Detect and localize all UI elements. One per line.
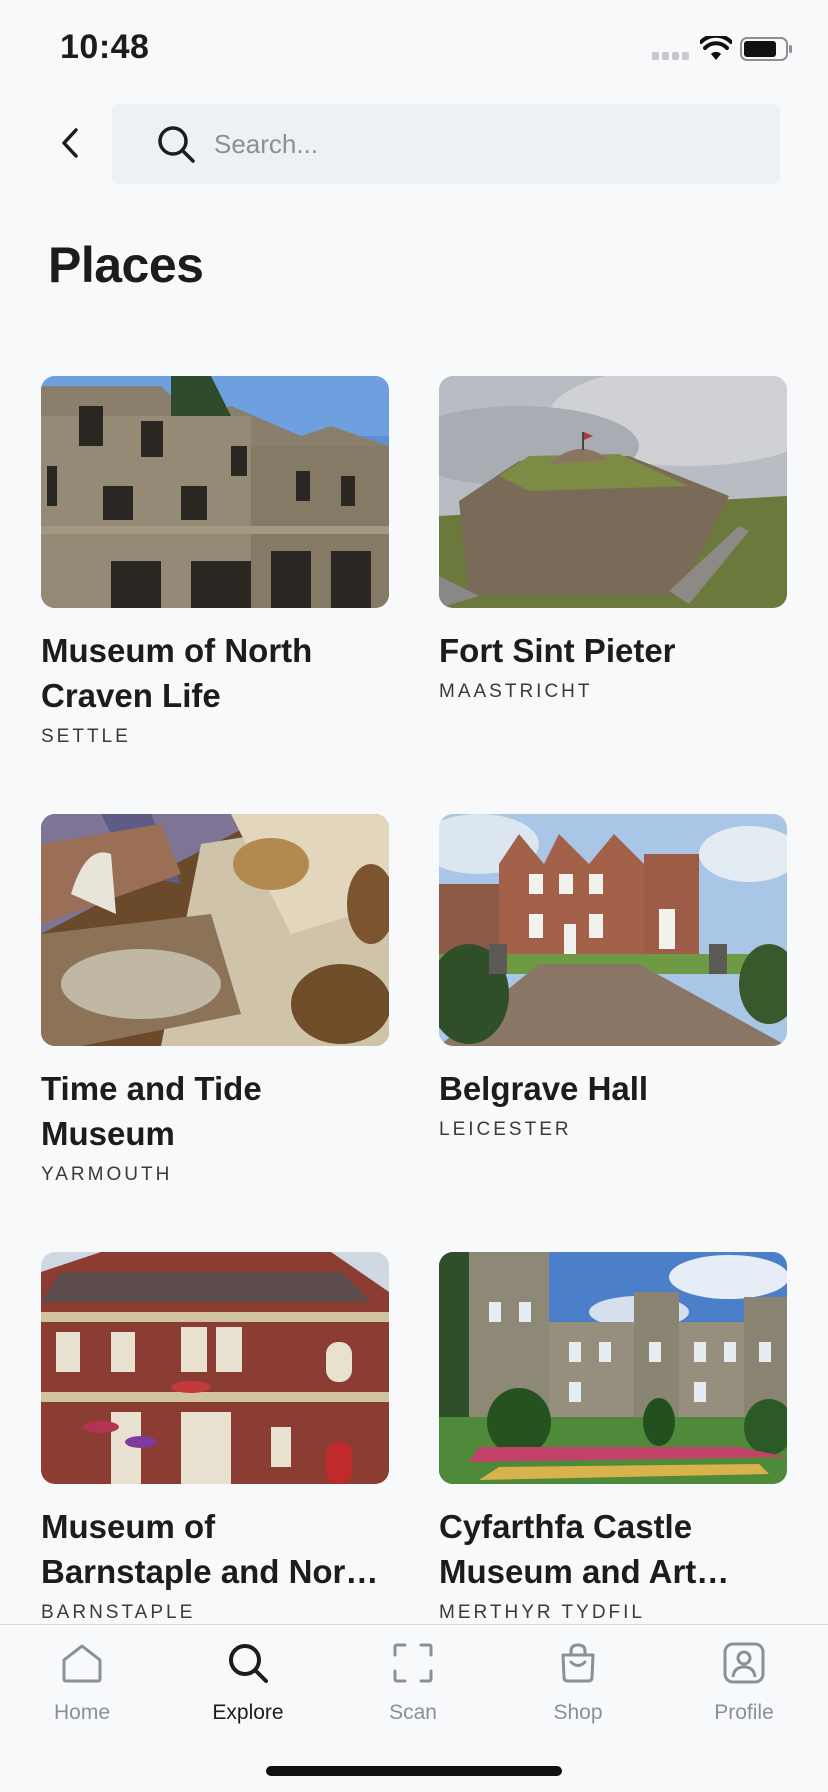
home-icon bbox=[58, 1639, 106, 1687]
place-card-museum-of-barnstaple[interactable]: Museum of Barnstaple and North Devon BAR… bbox=[41, 1252, 389, 1624]
search-icon bbox=[224, 1639, 272, 1687]
battery-icon bbox=[740, 37, 792, 61]
place-city: MAASTRICHT bbox=[439, 681, 593, 702]
place-card-cyfarthfa-castle[interactable]: Cyfarthfa Castle Museum and Art Gallery … bbox=[439, 1252, 787, 1624]
page-title: Places bbox=[48, 237, 204, 293]
search-input[interactable] bbox=[214, 128, 734, 160]
status-bar: 10:48 bbox=[0, 0, 828, 100]
place-image bbox=[41, 1252, 389, 1484]
tab-label: Home bbox=[53, 1701, 111, 1724]
tab-profile[interactable]: Profile bbox=[684, 1639, 804, 1725]
tab-scan[interactable]: Scan bbox=[353, 1639, 473, 1725]
place-city: MERTHYR TYDFIL bbox=[439, 1602, 645, 1623]
tab-shop[interactable]: Shop bbox=[518, 1639, 638, 1725]
place-card-museum-of-north-craven-life[interactable]: Museum of North Craven Life SETTLE bbox=[41, 376, 389, 748]
place-name: Fort Sint Pieter bbox=[439, 632, 676, 669]
place-city: SETTLE bbox=[41, 726, 131, 747]
place-image bbox=[439, 376, 787, 608]
place-image bbox=[439, 1252, 787, 1484]
place-city: LEICESTER bbox=[439, 1119, 572, 1140]
place-name: Cyfarthfa Castle Museum and Art Gallery bbox=[439, 1508, 697, 1590]
back-button[interactable] bbox=[48, 118, 92, 168]
wifi-icon bbox=[700, 36, 732, 60]
search-bar[interactable] bbox=[112, 104, 780, 184]
home-indicator bbox=[266, 1766, 562, 1776]
place-card-belgrave-hall[interactable]: Belgrave Hall LEICESTER bbox=[439, 814, 787, 1141]
explore-screen: 10:48 Places bbox=[0, 0, 828, 1792]
tab-label: Explore bbox=[212, 1701, 284, 1724]
place-city: YARMOUTH bbox=[41, 1164, 173, 1185]
place-name: Belgrave Hall bbox=[439, 1070, 649, 1107]
tab-explore[interactable]: Explore bbox=[188, 1639, 308, 1725]
place-card-fort-sint-pieter[interactable]: Fort Sint Pieter MAASTRICHT bbox=[439, 376, 787, 703]
tab-label: Scan bbox=[389, 1701, 437, 1724]
place-image bbox=[41, 814, 389, 1046]
chevron-left-icon bbox=[62, 128, 78, 158]
place-card-time-and-tide-museum[interactable]: Time and Tide Museum YARMOUTH bbox=[41, 814, 389, 1186]
place-name: Museum of Barnstaple and North Devon bbox=[41, 1508, 377, 1590]
bag-icon bbox=[554, 1639, 602, 1687]
place-name: Museum of North Craven Life bbox=[41, 632, 313, 714]
place-image bbox=[439, 814, 787, 1046]
tab-label: Profile bbox=[714, 1701, 774, 1724]
status-time: 10:48 bbox=[60, 28, 150, 66]
tab-home[interactable]: Home bbox=[22, 1639, 142, 1725]
search-icon bbox=[158, 126, 195, 163]
scan-icon bbox=[389, 1639, 437, 1687]
cellular-signal-icon bbox=[652, 52, 689, 60]
profile-icon bbox=[720, 1639, 768, 1687]
place-name: Time and Tide Museum bbox=[41, 1070, 262, 1152]
place-city: BARNSTAPLE bbox=[41, 1602, 196, 1623]
place-image bbox=[41, 376, 389, 608]
tab-label: Shop bbox=[553, 1701, 603, 1724]
